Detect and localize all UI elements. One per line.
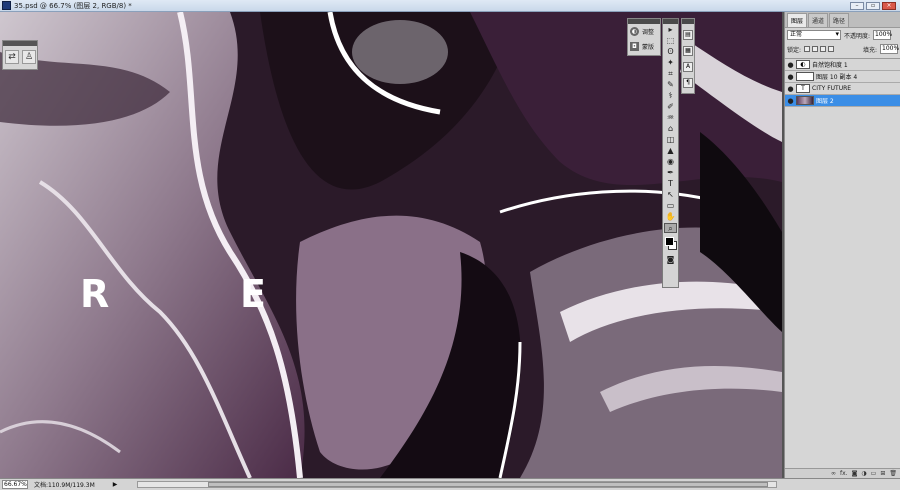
adjustment-icon: ◐: [630, 27, 639, 36]
brush-tool-icon[interactable]: ✐: [664, 102, 677, 112]
tab-layers[interactable]: 图层: [787, 13, 808, 27]
dodge-tool-icon[interactable]: ◉: [664, 157, 677, 167]
zoom-field[interactable]: 66.67%: [2, 480, 28, 489]
photoshop-app-icon: [2, 1, 11, 10]
move-tool-icon[interactable]: ▸: [664, 25, 677, 35]
canvas-letter-r: R: [80, 272, 110, 316]
layer-row[interactable]: ● 图层 10 副本 4: [785, 71, 900, 83]
window-title-bar: 35.psd @ 66.7% (图层 2, RGB/8) * – ▫ ×: [0, 0, 900, 12]
new-layer-icon[interactable]: ⊞: [880, 470, 885, 477]
history-panel-icon[interactable]: ▤: [683, 30, 693, 40]
adjustment-layer-thumbnail: ◐: [796, 60, 810, 69]
lock-row: 锁定: 填充: 100%: [785, 42, 900, 56]
visibility-eye-icon[interactable]: ●: [787, 73, 794, 81]
brush-settings-icon[interactable]: ⇄: [5, 50, 19, 64]
add-mask-icon[interactable]: ◙: [852, 470, 858, 477]
horizontal-scrollbar[interactable]: [137, 481, 778, 488]
visibility-eye-icon[interactable]: ●: [787, 97, 794, 105]
lasso-tool-icon[interactable]: ʘ: [664, 47, 677, 57]
scrollbar-thumb[interactable]: [208, 482, 769, 487]
healing-brush-tool-icon[interactable]: ⚕: [664, 91, 677, 101]
crop-tool-icon[interactable]: ⌗: [664, 69, 677, 79]
masks-item[interactable]: ◘ 蒙版: [628, 39, 660, 54]
tools-panel: ▸ ⬚ ʘ ✦ ⌗ ✎ ⚕ ✐ ♒ ⌂ ◫ ▲ ◉ ✒ T ↖ ▭ ✋ ⌕ ◙: [662, 18, 679, 288]
opacity-label: 不透明度:: [844, 32, 871, 40]
panel-header[interactable]: [3, 41, 37, 46]
adjustments-panel: ◐ 调整 ◘ 蒙版: [627, 18, 661, 56]
foreground-color-swatch[interactable]: [665, 237, 674, 246]
new-adjustment-icon[interactable]: ◑: [861, 470, 866, 477]
magic-wand-tool-icon[interactable]: ✦: [664, 58, 677, 68]
mask-icon: ◘: [630, 42, 639, 51]
blend-mode-select[interactable]: 正常: [787, 30, 841, 40]
opacity-field[interactable]: 100%: [873, 30, 892, 40]
layer-row[interactable]: ● T CITY FUTURE: [785, 83, 900, 95]
character-panel-icon[interactable]: A: [683, 62, 693, 72]
text-layer-thumbnail: T: [796, 84, 810, 93]
eyedropper-tool-icon[interactable]: ✎: [664, 80, 677, 90]
document-size-info: 文档:110.9M/119.3M: [34, 482, 95, 489]
status-bar: 66.67% 文档:110.9M/119.3M ▶: [0, 478, 900, 490]
tab-paths[interactable]: 路径: [829, 13, 850, 27]
actions-panel-icon[interactable]: ▦: [683, 46, 693, 56]
lock-transparency-icon[interactable]: [804, 46, 811, 52]
layer-row[interactable]: ● ◐ 自然饱和度 1: [785, 59, 900, 71]
layers-footer: ∞ fx. ◙ ◑ ▭ ⊞ 🗑: [785, 468, 900, 478]
visibility-eye-icon[interactable]: ●: [787, 61, 794, 69]
adjustments-item[interactable]: ◐ 调整: [628, 24, 660, 39]
layer-style-icon[interactable]: fx.: [840, 470, 848, 477]
paragraph-panel-icon[interactable]: ¶: [683, 78, 693, 88]
maximize-button[interactable]: ▫: [866, 1, 880, 10]
image-layer-thumbnail: [796, 96, 814, 105]
layers-panel-tabs: 图层 通道 路径: [785, 12, 900, 28]
layers-list: ● ◐ 自然饱和度 1 ● 图层 10 副本 4 ● T CITY FUTURE…: [785, 58, 900, 107]
quick-mask-icon[interactable]: ◙: [664, 255, 677, 265]
fill-label: 填充:: [862, 46, 877, 54]
lock-buttons: [804, 46, 835, 52]
lock-label: 锁定:: [787, 46, 802, 54]
layer-name[interactable]: 图层 10 副本 4: [816, 72, 857, 81]
lock-all-icon[interactable]: [828, 46, 835, 52]
hand-tool-icon[interactable]: ✋: [664, 212, 677, 222]
type-tool-icon[interactable]: T: [664, 179, 677, 189]
blend-row: 正常 不透明度: 100%: [785, 28, 900, 42]
gradient-tool-icon[interactable]: ▲: [664, 146, 677, 156]
minimize-button[interactable]: –: [850, 1, 864, 10]
adjustments-label: 调整: [642, 29, 655, 36]
layers-panel: 图层 通道 路径 正常 不透明度: 100% 锁定: 填充: 100% ● ◐ …: [784, 12, 900, 478]
masks-label: 蒙版: [642, 44, 655, 51]
marquee-tool-icon[interactable]: ⬚: [664, 36, 677, 46]
close-button[interactable]: ×: [882, 1, 896, 10]
visibility-eye-icon[interactable]: ●: [787, 85, 794, 93]
lock-position-icon[interactable]: [820, 46, 827, 52]
clone-source-icon[interactable]: ♙: [22, 50, 36, 64]
layer-name[interactable]: 自然饱和度 1: [812, 60, 848, 69]
layer-name[interactable]: 图层 2: [816, 96, 834, 105]
tab-channels[interactable]: 通道: [808, 13, 829, 27]
history-brush-tool-icon[interactable]: ⌂: [664, 124, 677, 134]
color-swatches: [663, 236, 678, 254]
delete-layer-icon[interactable]: 🗑: [889, 470, 897, 477]
panel-header[interactable]: [682, 19, 694, 24]
pen-tool-icon[interactable]: ✒: [664, 168, 677, 178]
status-menu-arrow-icon[interactable]: ▶: [113, 481, 118, 488]
layer-thumbnail: [796, 72, 814, 81]
brush-mini-panel: ⇄ ♙: [2, 40, 38, 70]
fill-field[interactable]: 100%: [880, 44, 899, 54]
document-title: 35.psd @ 66.7% (图层 2, RGB/8) *: [14, 1, 132, 10]
panel-header[interactable]: [663, 19, 678, 24]
window-controls: – ▫ ×: [850, 1, 896, 10]
new-group-icon[interactable]: ▭: [871, 470, 877, 477]
link-layers-icon[interactable]: ∞: [831, 470, 836, 477]
eraser-tool-icon[interactable]: ◫: [664, 135, 677, 145]
zoom-tool-icon[interactable]: ⌕: [664, 223, 677, 233]
path-selection-tool-icon[interactable]: ↖: [664, 190, 677, 200]
canvas-letter-e: E: [240, 272, 266, 316]
shape-tool-icon[interactable]: ▭: [664, 201, 677, 211]
panel-icon-strip: ▤ ▦ A ¶: [681, 18, 695, 94]
lock-pixels-icon[interactable]: [812, 46, 819, 52]
clone-stamp-tool-icon[interactable]: ♒: [664, 113, 677, 123]
layer-row-selected[interactable]: ● 图层 2: [785, 95, 900, 107]
layer-name[interactable]: CITY FUTURE: [812, 85, 851, 92]
